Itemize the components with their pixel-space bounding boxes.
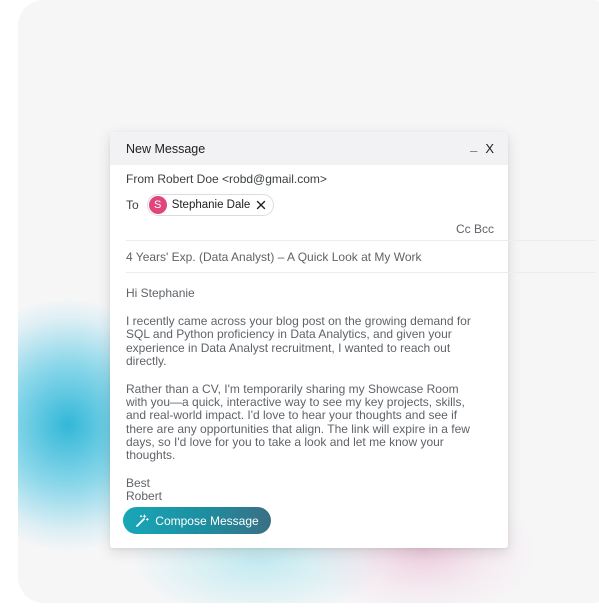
body-greeting: Hi Stephanie xyxy=(126,286,195,300)
compose-title: New Message xyxy=(126,141,206,156)
to-label: To xyxy=(126,198,139,212)
divider xyxy=(126,240,596,241)
body-paragraph: I recently came across your blog post on… xyxy=(126,314,471,368)
remove-recipient-icon[interactable] xyxy=(256,200,266,210)
close-button[interactable]: X xyxy=(485,142,494,155)
minimize-button[interactable]: _ xyxy=(470,139,477,152)
compose-titlebar: New Message _ X xyxy=(110,132,508,165)
recipient-name: Stephanie Dale xyxy=(171,199,251,211)
bcc-button[interactable]: Bcc xyxy=(474,222,494,236)
body-paragraph: Rather than a CV, I'm temporarily sharin… xyxy=(126,382,470,463)
message-body[interactable]: Hi Stephanie I recently came across your… xyxy=(126,286,481,504)
body-signature: Robert xyxy=(126,489,163,504)
from-field: From Robert Doe <robd@gmail.com> xyxy=(126,172,327,186)
subject-field[interactable]: 4 Years' Exp. (Data Analyst) – A Quick L… xyxy=(126,250,422,264)
recipient-chip[interactable]: S Stephanie Dale xyxy=(146,194,275,216)
to-field[interactable]: To S Stephanie Dale xyxy=(126,194,275,216)
compose-message-button[interactable]: Compose Message xyxy=(123,507,271,534)
compose-window: New Message _ X From Robert Doe <robd@gm… xyxy=(110,132,596,548)
recipient-avatar: S xyxy=(148,196,167,214)
cc-button[interactable]: Cc xyxy=(456,222,471,236)
compose-message-label: Compose Message xyxy=(155,513,259,528)
body-signoff: Best xyxy=(126,476,151,491)
page: New Message _ X From Robert Doe <robd@gm… xyxy=(0,0,599,616)
magic-wand-icon xyxy=(136,514,149,527)
divider xyxy=(126,272,596,273)
cc-bcc-links: Cc Bcc xyxy=(456,222,494,236)
